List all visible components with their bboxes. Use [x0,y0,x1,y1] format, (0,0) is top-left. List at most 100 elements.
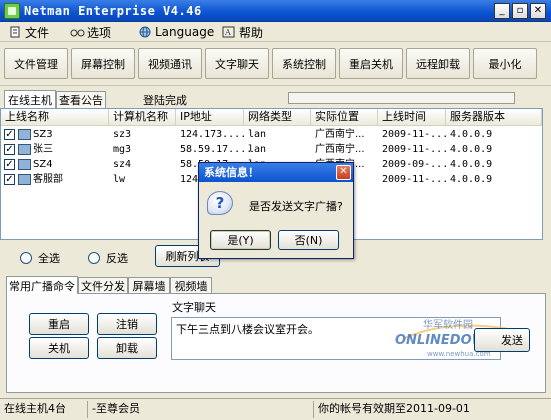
restart-button[interactable]: 重启 [29,313,89,335]
system-info-dialog: 系统信息！ ✕ ? 是否发送文字广播? 是(Y) 否(N) [198,162,354,259]
cell-ip: 124.173.... [180,129,247,140]
menu-help[interactable]: A 帮助 [222,24,263,40]
cell-ip: 58.59.17.... [180,144,253,155]
toolbar-minimize[interactable]: 最小化 [473,48,537,79]
computer-icon [18,159,31,170]
cell-name: SZ4 [33,159,53,170]
tab-video-wall[interactable]: 视频墙 [170,277,212,294]
host-list-header: 上线名称 计算机名称 IP地址 网络类型 实际位置 上线时间 服务器版本 [1,109,542,126]
login-status: 登陆完成 [143,94,187,107]
menu-options-label: 选项 [87,25,112,40]
toolbar-system-control[interactable]: 系统控制 [272,48,336,79]
shutdown-button[interactable]: 关机 [29,337,89,359]
document-icon [8,26,22,38]
select-all-radio[interactable]: 全选 [20,250,60,266]
row-checkbox[interactable]: ✓ [4,129,15,140]
globe-icon [138,26,152,38]
cell-computer: sz4 [113,159,132,170]
menu-help-label: 帮助 [239,25,264,40]
title-bar[interactable]: Netman Enterprise V4.46 _ ▫ ✕ [0,0,551,22]
computer-icon [18,129,31,140]
cell-version: 4.0.0.9 [450,144,493,155]
menu-bar: 文件 选项 Language A 帮助 [0,22,551,42]
cell-location: 广西南宁... [315,129,365,140]
maximize-button[interactable]: ▫ [512,3,528,19]
cell-time: 2009-11-... [382,144,449,155]
col-ip[interactable]: IP地址 [176,109,244,126]
online-host-count: 在线主机4台 [0,401,88,418]
col-computer-name[interactable]: 计算机名称 [109,109,176,126]
cell-version: 4.0.0.9 [450,129,493,140]
cell-net: lan [248,129,267,140]
yes-button[interactable]: 是(Y) [210,230,271,250]
tab-file-distribution[interactable]: 文件分发 [78,277,128,294]
menu-file-label: 文件 [25,25,50,40]
invert-label: 反选 [106,252,128,265]
send-button[interactable]: 发送 [474,328,530,352]
table-row[interactable]: ✓ SZ3 sz3 124.173.... lan 广西南宁... 2009-1… [1,127,542,142]
cell-net: lan [248,144,267,155]
dialog-title: 系统信息！ [199,163,353,182]
radio-circle[interactable] [88,252,100,264]
col-server-version[interactable]: 服务器版本 [446,109,542,126]
invert-selection-radio[interactable]: 反选 [88,250,128,266]
cell-computer: lw [113,174,126,185]
select-all-label: 全选 [38,252,60,265]
status-bar: 在线主机4台 -至尊会员 你的帐号有效期至2011-09-01 [0,398,551,420]
window-title: Netman Enterprise V4.46 [24,4,202,18]
glasses-icon [70,26,85,38]
menu-language[interactable]: Language [138,24,214,40]
toolbar-restart-shutdown[interactable]: 重启关机 [339,48,403,79]
member-level: -至尊会员 [88,401,314,418]
cell-time: 2009-11-... [382,174,449,185]
dialog-message: 是否发送文字广播? [249,200,343,213]
toolbar-text-chat[interactable]: 文字聊天 [205,48,269,79]
row-checkbox[interactable]: ✓ [4,144,15,155]
computer-icon [18,174,31,185]
menu-options[interactable]: 选项 [70,24,111,40]
close-icon[interactable]: ✕ [336,165,351,180]
help-book-icon: A [222,26,236,38]
tab-online-hosts[interactable]: 在线主机 [4,90,56,108]
toolbar-video-chat[interactable]: 视频通讯 [138,48,202,79]
minimize-button[interactable]: _ [494,3,510,19]
close-button[interactable]: ✕ [530,3,546,19]
col-online-time[interactable]: 上线时间 [378,109,446,126]
cell-time: 2009-11-... [382,129,449,140]
computer-icon [18,144,31,155]
cell-name: 客服部 [33,174,63,185]
cell-version: 4.0.0.9 [450,174,493,185]
menu-file[interactable]: 文件 [8,24,49,40]
col-location[interactable]: 实际位置 [311,109,378,126]
account-expiry: 你的帐号有效期至2011-09-01 [318,402,470,415]
toolbar: 文件管理 屏幕控制 视频通讯 文字聊天 系统控制 重启关机 远程卸载 最小化 [0,43,551,86]
cell-time: 2009-09-... [382,159,449,170]
toolbar-remote-uninstall[interactable]: 远程卸载 [406,48,470,79]
tab-broadcast-commands[interactable]: 常用广播命令 [6,276,78,294]
tab-screen-wall[interactable]: 屏幕墙 [128,277,170,294]
col-network[interactable]: 网络类型 [244,109,311,126]
toolbar-screen-control[interactable]: 屏幕控制 [71,48,135,79]
text-chat-label: 文字聊天 [172,301,216,314]
logout-button[interactable]: 注销 [97,313,157,335]
svg-text:A: A [224,28,231,37]
app-icon [4,3,20,19]
question-icon: ? [207,191,233,215]
cell-location: 广西南宁... [315,144,365,155]
menu-language-label: Language [155,25,215,39]
table-row[interactable]: ✓ 张三 mg3 58.59.17.... lan 广西南宁... 2009-1… [1,142,542,157]
watermark-cn: 华军软件园 [423,318,473,331]
row-checkbox[interactable]: ✓ [4,159,15,170]
cell-version: 4.0.0.9 [450,159,493,170]
row-checkbox[interactable]: ✓ [4,174,15,185]
radio-circle[interactable] [20,252,32,264]
cell-computer: sz3 [113,129,132,140]
no-button[interactable]: 否(N) [278,230,339,250]
uninstall-button[interactable]: 卸载 [97,337,157,359]
tab-announcements[interactable]: 查看公告 [56,91,106,108]
col-online-name[interactable]: 上线名称 [1,109,109,126]
progress-bar [288,92,515,104]
cell-name: 张三 [33,144,53,155]
toolbar-file-manager[interactable]: 文件管理 [4,48,68,79]
cell-name: SZ3 [33,129,53,140]
